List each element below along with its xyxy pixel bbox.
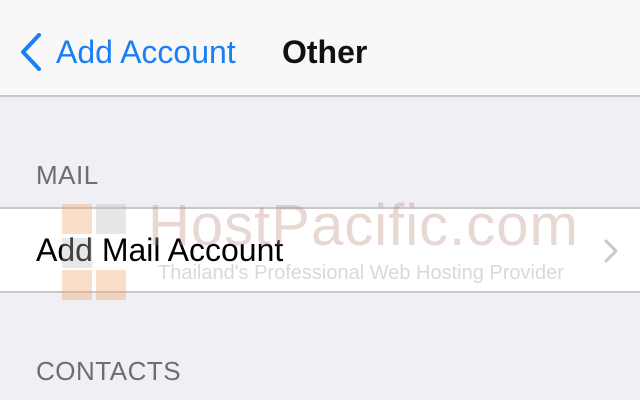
section-header-contacts: CONTACTS: [36, 356, 182, 386]
navigation-bar: Add Account Other: [0, 0, 640, 97]
add-mail-account-label: Add Mail Account: [36, 232, 284, 268]
add-mail-account-cell[interactable]: Add Mail Account: [0, 207, 640, 293]
back-button-label: Add Account: [56, 34, 236, 70]
chevron-right-icon: [604, 239, 618, 268]
section-header-mail: MAIL: [36, 160, 99, 190]
page-title: Other: [282, 34, 368, 70]
screen: Add Account Other MAIL Add Mail Account …: [0, 0, 640, 400]
back-button[interactable]: Add Account: [20, 30, 236, 74]
chevron-left-icon: [20, 33, 42, 71]
